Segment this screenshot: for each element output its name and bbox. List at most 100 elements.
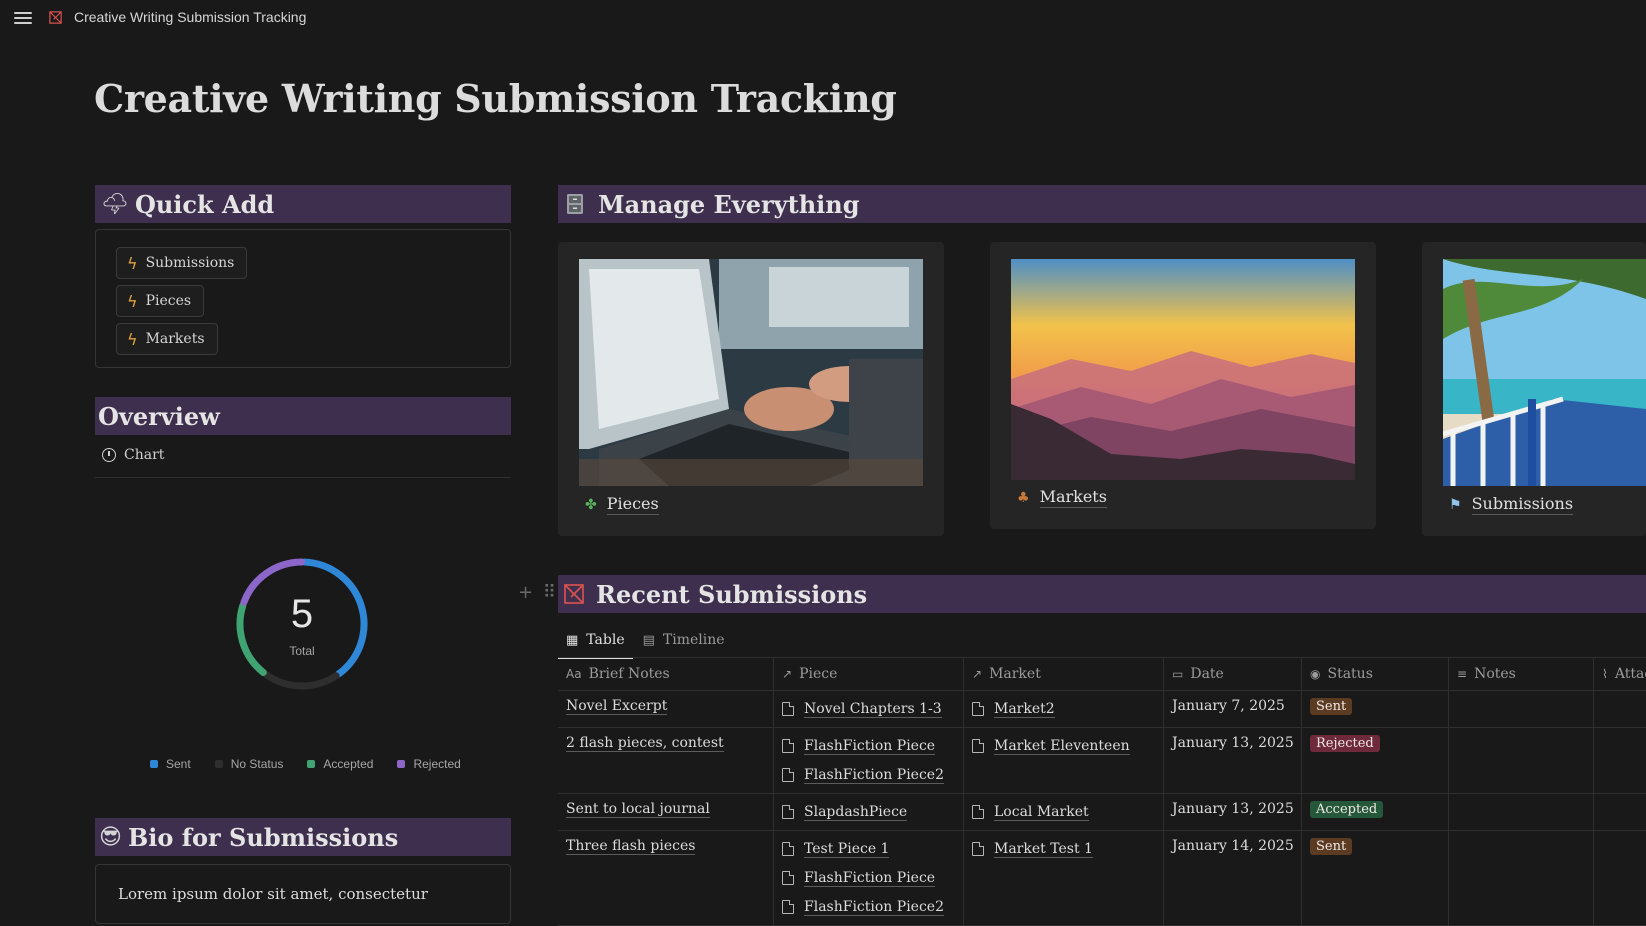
date-cell[interactable]: January 13, 2025 xyxy=(1164,794,1302,830)
column-date[interactable]: ▭ Date xyxy=(1164,658,1302,690)
piece-link[interactable]: FlashFiction Piece2 xyxy=(782,764,955,786)
notes-cell[interactable] xyxy=(1449,728,1594,793)
writing-page-icon xyxy=(49,11,62,24)
status-cell[interactable]: Sent xyxy=(1302,831,1449,925)
piece-name: FlashFiction Piece2 xyxy=(804,898,944,916)
market-cell[interactable]: Market Test 1 xyxy=(964,831,1164,925)
market-link[interactable]: Market Eleventeen xyxy=(972,735,1155,757)
notes-cell[interactable] xyxy=(1449,831,1594,925)
attachments-cell[interactable] xyxy=(1594,728,1646,793)
piece-name: SlapdashPiece xyxy=(804,803,908,821)
page-icon xyxy=(782,805,794,819)
table-header: Aa Brief Notes ↗ Piece ↗ Market ▭ Date ◉ Stat… xyxy=(558,657,1646,691)
attachments-cell[interactable] xyxy=(1594,831,1646,925)
paperclip-icon: ⌇ xyxy=(1602,667,1608,681)
column-piece[interactable]: ↗ Piece xyxy=(774,658,964,690)
brief-notes-cell[interactable]: Novel Excerpt xyxy=(558,691,774,727)
legend-item[interactable]: Sent xyxy=(150,757,191,771)
quick-add-submissions-button[interactable]: ϟ Submissions xyxy=(116,247,248,279)
bio-text[interactable]: Lorem ipsum dolor sit amet, consectetur xyxy=(118,885,428,903)
table-row[interactable]: 2 flash pieces, contest FlashFiction Piec… xyxy=(558,728,1646,794)
market-link[interactable]: Market2 xyxy=(972,698,1155,720)
page-icon xyxy=(782,871,794,885)
market-cell[interactable]: Market2 xyxy=(964,691,1164,727)
quick-add-markets-button[interactable]: ϟ Markets xyxy=(116,323,218,355)
chart-view-tab[interactable]: Chart xyxy=(102,447,164,463)
donut-total-label: Total xyxy=(289,644,315,658)
piece-link[interactable]: SlapdashPiece xyxy=(782,801,955,823)
legend-item[interactable]: No Status xyxy=(214,757,284,771)
table-row[interactable]: Sent to local journal SlapdashPiece Local … xyxy=(558,794,1646,831)
date-text: January 14, 2025 xyxy=(1172,838,1294,854)
legend-label: Rejected xyxy=(413,757,461,771)
markets-card-label: Markets xyxy=(1039,487,1107,508)
status-cell[interactable]: Accepted xyxy=(1302,794,1449,830)
date-cell[interactable]: January 14, 2025 xyxy=(1164,831,1302,925)
lightning-icon: ϟ xyxy=(127,291,138,311)
breadcrumb-page-title[interactable]: Creative Writing Submission Tracking xyxy=(74,9,306,25)
notes-cell[interactable] xyxy=(1449,794,1594,830)
quick-add-title: Quick Add xyxy=(134,189,275,219)
overview-header: Overview xyxy=(95,397,511,435)
market-name: Local Market xyxy=(994,803,1089,821)
tab-label: Table xyxy=(586,632,625,648)
column-attachments[interactable]: ⌇ Attachments xyxy=(1594,658,1646,690)
market-link[interactable]: Local Market xyxy=(972,801,1155,823)
piece-name: Novel Chapters 1-3 xyxy=(804,700,942,718)
column-brief-notes[interactable]: Aa Brief Notes xyxy=(558,658,774,690)
table-row[interactable]: Novel Excerpt Novel Chapters 1-3 Market2 Ja… xyxy=(558,691,1646,728)
market-name: Market2 xyxy=(994,700,1055,718)
attachments-cell[interactable] xyxy=(1594,794,1646,830)
legend-item[interactable]: Accepted xyxy=(307,757,373,771)
donut-slice-no-status[interactable] xyxy=(262,670,340,690)
piece-name: FlashFiction Piece xyxy=(804,737,936,755)
status-badge: Sent xyxy=(1310,838,1353,855)
notes-cell[interactable] xyxy=(1449,691,1594,727)
piece-link[interactable]: FlashFiction Piece2 xyxy=(782,896,955,918)
attachments-cell[interactable] xyxy=(1594,691,1646,727)
column-notes[interactable]: ≡ Notes xyxy=(1449,658,1594,690)
table-row[interactable]: Three flash pieces Test Piece 1 FlashFicti… xyxy=(558,831,1646,926)
add-block-icon[interactable]: + xyxy=(518,582,533,603)
piece-link[interactable]: FlashFiction Piece xyxy=(782,867,955,889)
date-text: January 13, 2025 xyxy=(1172,801,1294,817)
piece-link[interactable]: Novel Chapters 1-3 xyxy=(782,698,955,720)
market-cell[interactable]: Market Eleventeen xyxy=(964,728,1164,793)
column-market[interactable]: ↗ Market xyxy=(964,658,1164,690)
legend-label: No Status xyxy=(230,757,284,771)
submissions-card[interactable]: ⚑ Submissions xyxy=(1422,242,1646,536)
date-cell[interactable]: January 13, 2025 xyxy=(1164,728,1302,793)
pieces-card[interactable]: ✤ Pieces xyxy=(558,242,944,536)
piece-cell[interactable]: FlashFiction Piece FlashFiction Piece2 xyxy=(774,728,964,793)
page-icon xyxy=(782,842,794,856)
piece-name: Test Piece 1 xyxy=(804,840,890,858)
brief-notes-text: Three flash pieces xyxy=(566,838,696,855)
legend-item[interactable]: Rejected xyxy=(397,757,461,771)
tab-table[interactable]: ▦ Table xyxy=(558,624,633,659)
brief-notes-cell[interactable]: Three flash pieces xyxy=(558,831,774,925)
text-property-icon: Aa xyxy=(566,667,582,681)
status-cell[interactable]: Rejected xyxy=(1302,728,1449,793)
piece-cell[interactable]: Novel Chapters 1-3 xyxy=(774,691,964,727)
page-icon xyxy=(782,702,794,716)
quick-add-pieces-button[interactable]: ϟ Pieces xyxy=(116,285,205,317)
markets-card[interactable]: ♣ Markets xyxy=(990,242,1376,529)
file-cabinet-icon xyxy=(567,194,583,214)
date-cell[interactable]: January 7, 2025 xyxy=(1164,691,1302,727)
chart-tab-label: Chart xyxy=(124,447,165,463)
brief-notes-cell[interactable]: Sent to local journal xyxy=(558,794,774,830)
hamburger-menu-icon[interactable] xyxy=(14,9,32,27)
tab-timeline[interactable]: ▤ Timeline xyxy=(635,624,733,656)
brief-notes-cell[interactable]: 2 flash pieces, contest xyxy=(558,728,774,793)
status-cell[interactable]: Sent xyxy=(1302,691,1449,727)
piece-link[interactable]: Test Piece 1 xyxy=(782,838,955,860)
relation-arrow-icon: ↗ xyxy=(972,667,983,681)
column-status[interactable]: ◉ Status xyxy=(1302,658,1449,690)
brief-notes-text: 2 flash pieces, contest xyxy=(566,735,724,752)
market-cell[interactable]: Local Market xyxy=(964,794,1164,830)
piece-link[interactable]: FlashFiction Piece xyxy=(782,735,955,757)
piece-cell[interactable]: Test Piece 1 FlashFiction Piece FlashFicti… xyxy=(774,831,964,925)
piece-cell[interactable]: SlapdashPiece xyxy=(774,794,964,830)
drag-handle-icon[interactable]: ⠿ xyxy=(543,582,556,603)
market-link[interactable]: Market Test 1 xyxy=(972,838,1155,860)
